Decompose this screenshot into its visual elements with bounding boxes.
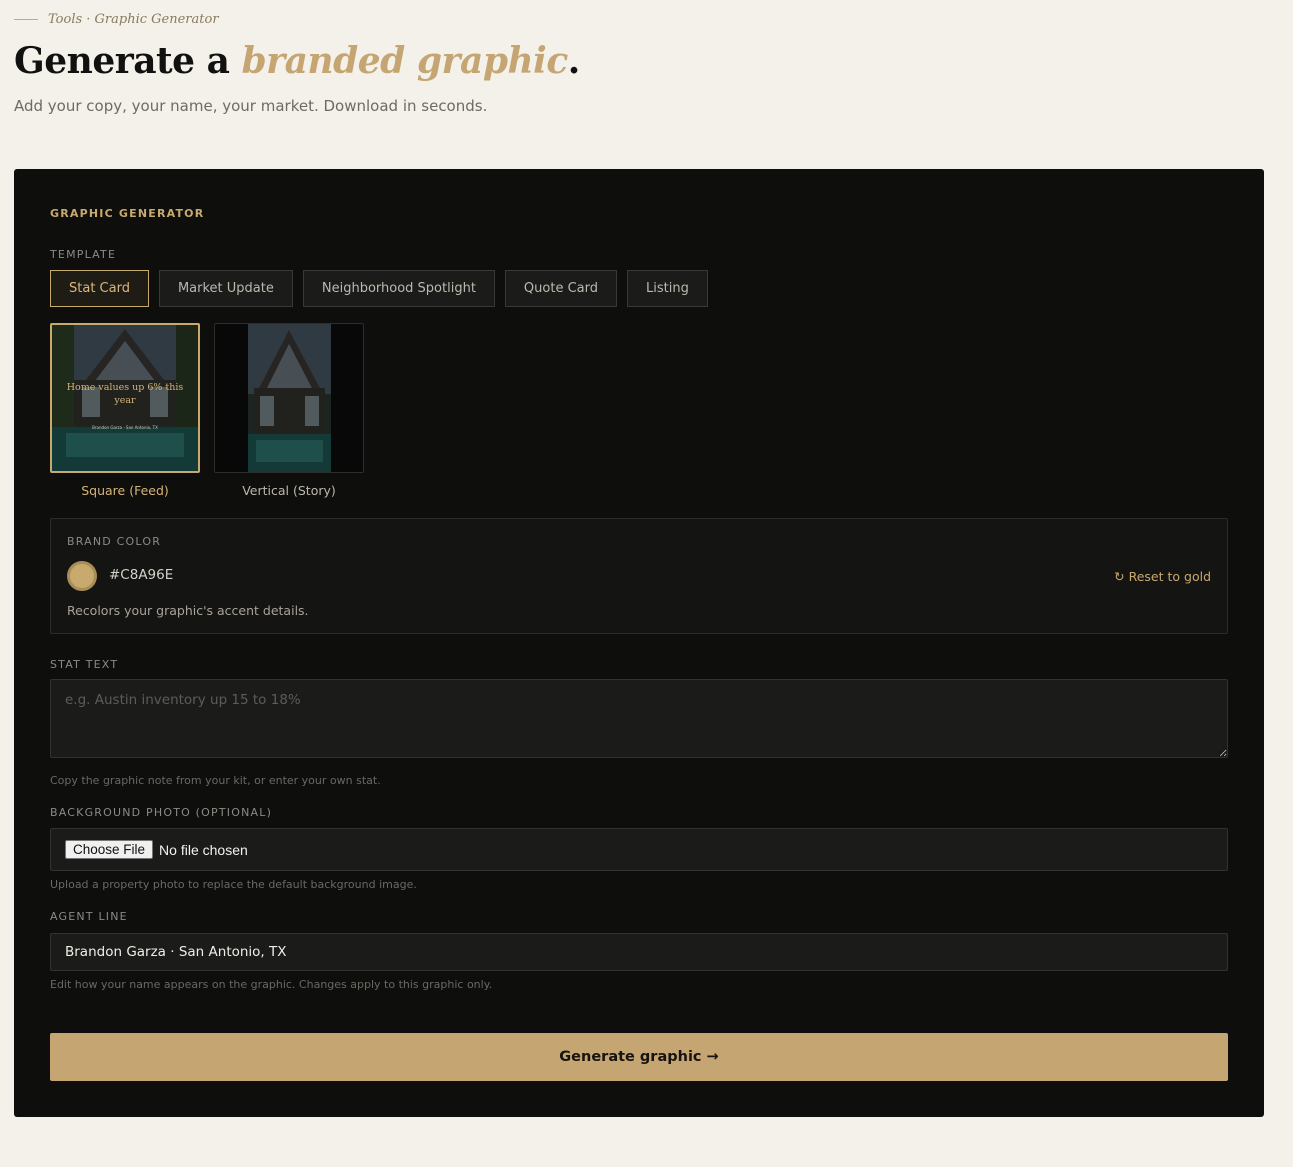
preview-stat-text: Home values up 6% this year [66, 382, 184, 406]
title-suffix: . [567, 40, 581, 82]
reset-label: Reset to gold [1128, 569, 1211, 584]
template-neighborhood-spotlight[interactable]: Neighborhood Spotlight [302, 270, 495, 307]
file-status: No file chosen [159, 841, 248, 858]
title-prefix: Generate a [14, 40, 242, 82]
format-square[interactable]: Home values up 6% this year Brandon Garz… [50, 323, 200, 498]
template-quote-card[interactable]: Quote Card [504, 270, 617, 307]
vertical-preview-thumbnail [214, 323, 364, 473]
square-preview-thumbnail: Home values up 6% this year Brandon Garz… [50, 323, 200, 473]
stat-text-help: Copy the graphic note from your kit, or … [50, 774, 381, 787]
brand-color-hex: #C8A96E [109, 567, 174, 583]
choose-file-button[interactable]: Choose File [65, 840, 154, 859]
title-accent: branded graphic [241, 40, 568, 82]
generate-graphic-button[interactable]: Generate graphic → [50, 1033, 1228, 1081]
template-stat-card[interactable]: Stat Card [50, 270, 149, 307]
format-square-label: Square (Feed) [81, 483, 169, 498]
background-photo-field: Choose File No file chosen [50, 828, 1228, 871]
agent-line-input[interactable] [50, 933, 1228, 971]
stat-text-input[interactable] [50, 679, 1228, 758]
brand-color-swatch[interactable] [67, 561, 97, 591]
template-label: Template [50, 248, 117, 261]
page-title: Generate a branded graphic. [14, 40, 580, 82]
breadcrumb-text: Tools · Graphic Generator [48, 12, 219, 27]
brand-color-help: Recolors your graphic's accent details. [67, 603, 309, 618]
background-photo-label: Background Photo (Optional) [50, 806, 273, 819]
breadcrumb: Tools · Graphic Generator [14, 12, 219, 27]
agent-line-label: Agent Line [50, 910, 128, 923]
background-photo-help: Upload a property photo to replace the d… [50, 878, 417, 891]
agent-line-help: Edit how your name appears on the graphi… [50, 978, 493, 991]
brand-color-section: Brand Color #C8A96E ↻ Reset to gold Reco… [50, 518, 1228, 634]
generator-panel: Graphic Generator Template Stat Card Mar… [14, 169, 1264, 1117]
template-listing[interactable]: Listing [627, 270, 708, 307]
page-subtitle: Add your copy, your name, your market. D… [14, 97, 488, 115]
template-tabs: Stat Card Market Update Neighborhood Spo… [50, 270, 708, 307]
refresh-icon: ↻ [1114, 569, 1125, 584]
format-vertical-label: Vertical (Story) [242, 483, 336, 498]
brand-color-label: Brand Color [67, 535, 162, 548]
preview-agent-text: Brandon Garza · San Antonio, TX [92, 425, 158, 430]
stat-text-label: Stat Text [50, 658, 119, 671]
reset-to-gold-button[interactable]: ↻ Reset to gold [1114, 569, 1211, 584]
format-picker: Home values up 6% this year Brandon Garz… [50, 323, 364, 498]
format-vertical[interactable]: Vertical (Story) [214, 323, 364, 498]
section-title: Graphic Generator [50, 207, 205, 220]
template-market-update[interactable]: Market Update [158, 270, 293, 307]
breadcrumb-rule [14, 19, 38, 20]
house-photo-vertical [248, 324, 331, 472]
